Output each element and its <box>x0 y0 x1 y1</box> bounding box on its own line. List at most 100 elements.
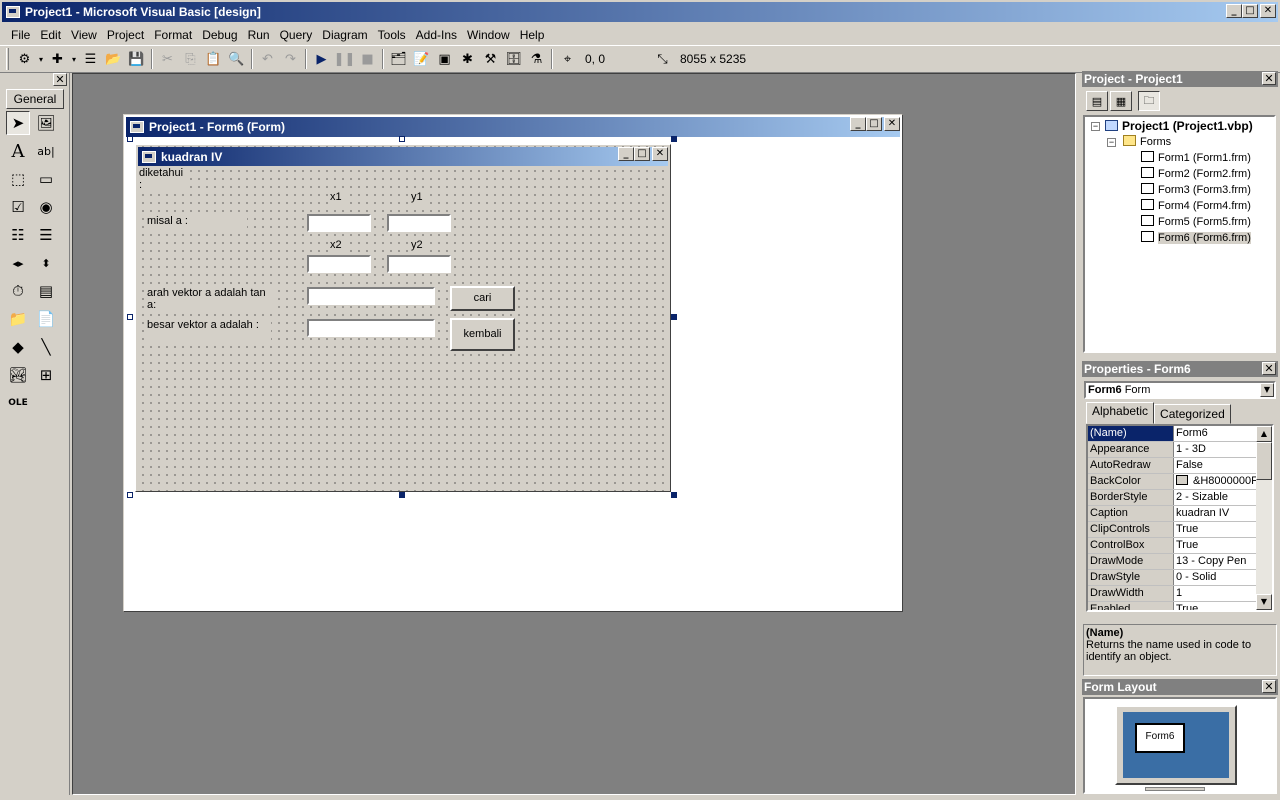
close-button[interactable]: ✕ <box>1260 4 1276 18</box>
data-view-icon[interactable]: 🗄 <box>502 48 525 70</box>
view-object-icon[interactable]: ▦ <box>1110 91 1132 111</box>
find-icon[interactable]: 🔍 <box>225 48 248 70</box>
drivelistbox-tool-icon[interactable]: ▤ <box>34 279 58 303</box>
menu-diagram[interactable]: Diagram <box>317 28 372 42</box>
label-x1[interactable]: x1 <box>328 190 344 204</box>
menu-run[interactable]: Run <box>243 28 275 42</box>
toggle-folders-icon[interactable]: 🗀 <box>1138 91 1160 111</box>
property-scrollbar[interactable]: ▲ ▼ <box>1256 426 1272 610</box>
resize-handle-bottom[interactable] <box>399 492 405 498</box>
view-code-icon[interactable]: ▤ <box>1086 91 1108 111</box>
menu-debug[interactable]: Debug <box>197 28 242 42</box>
property-row[interactable]: BorderStyle 2 - Sizable <box>1088 490 1272 506</box>
properties-close-icon[interactable]: ✕ <box>1262 362 1276 375</box>
add-form-icon[interactable]: ✚ <box>46 48 69 70</box>
component-manager-icon[interactable]: ⚗ <box>525 48 548 70</box>
property-row[interactable]: BackColor &H8000000F <box>1088 474 1272 490</box>
menu-window[interactable]: Window <box>462 28 515 42</box>
commandbutton-tool-icon[interactable]: ▭ <box>34 167 58 191</box>
undo-icon[interactable]: ↶ <box>256 48 279 70</box>
add-project-dropdown-icon[interactable]: ▾ <box>36 48 46 70</box>
minimize-button[interactable]: _ <box>1226 4 1242 18</box>
picturebox-tool-icon[interactable]: 🖼 <box>34 111 58 135</box>
label-y2[interactable]: y2 <box>409 238 425 252</box>
frame-tool-icon[interactable]: ⬚ <box>6 167 30 191</box>
label-y1[interactable]: y1 <box>409 190 425 204</box>
property-row[interactable]: Enabled True <box>1088 602 1272 610</box>
tree-form-item[interactable]: Form4 (Form4.frm) <box>1141 198 1251 214</box>
toolbox-general-tab[interactable]: General <box>6 89 64 109</box>
label-besar-vektor[interactable]: besar vektor a adalah : <box>145 318 271 346</box>
menu-tools[interactable]: Tools <box>373 28 411 42</box>
dirlistbox-tool-icon[interactable]: 📁 <box>6 307 30 331</box>
menu-addins[interactable]: Add-Ins <box>411 28 462 42</box>
tab-categorized[interactable]: Categorized <box>1154 404 1231 424</box>
label-tool-icon[interactable]: A <box>6 139 30 163</box>
line-tool-icon[interactable]: ╲ <box>34 335 58 359</box>
designer-maximize-button[interactable]: □ <box>866 117 882 131</box>
textbox-x2[interactable] <box>307 255 371 273</box>
collapse-project-icon[interactable]: − <box>1091 122 1100 131</box>
shape-tool-icon[interactable]: ◆ <box>6 335 30 359</box>
filelistbox-tool-icon[interactable]: 📄 <box>34 307 58 331</box>
cut-icon[interactable]: ✂ <box>156 48 179 70</box>
textbox-y1[interactable] <box>387 214 451 232</box>
property-row[interactable]: AutoRedraw False <box>1088 458 1272 474</box>
project-explorer-icon[interactable]: 🗂 <box>387 48 410 70</box>
tree-form-item[interactable]: Form6 (Form6.frm) <box>1141 230 1251 246</box>
object-selector[interactable]: Form6 Form ▼ <box>1084 381 1276 399</box>
image-tool-icon[interactable]: 🏞 <box>6 363 30 387</box>
vscrollbar-tool-icon[interactable]: ⬍ <box>34 251 58 275</box>
start-icon[interactable]: ▶ <box>310 48 333 70</box>
property-row[interactable]: ControlBox True <box>1088 538 1272 554</box>
tree-form-item[interactable]: Form3 (Form3.frm) <box>1141 182 1251 198</box>
toolbar-grip[interactable] <box>6 48 9 70</box>
textbox-y2[interactable] <box>387 255 451 273</box>
paste-icon[interactable]: 📋 <box>202 48 225 70</box>
resize-handle-right[interactable] <box>671 314 677 320</box>
designer-minimize-button[interactable]: _ <box>850 117 866 131</box>
form6-canvas[interactable]: kuadran IV _ □ ✕ diketahui : x1 y1 misal… <box>135 144 671 492</box>
listbox-tool-icon[interactable]: ☰ <box>34 223 58 247</box>
property-row[interactable]: ClipControls True <box>1088 522 1272 538</box>
label-x2[interactable]: x2 <box>328 238 344 252</box>
cari-button[interactable]: cari <box>450 286 515 311</box>
tree-form-item[interactable]: Form1 (Form1.frm) <box>1141 150 1251 166</box>
toolbox-icon[interactable]: ⚒ <box>479 48 502 70</box>
textbox-besar[interactable] <box>307 319 435 337</box>
chevron-down-icon[interactable]: ▼ <box>1260 383 1274 397</box>
toolbox-close-icon[interactable]: ✕ <box>53 73 67 86</box>
textbox-x1[interactable] <box>307 214 371 232</box>
tree-form-item[interactable]: Form5 (Form5.frm) <box>1141 214 1251 230</box>
form-layout-close-icon[interactable]: ✕ <box>1262 680 1276 693</box>
property-row[interactable]: (Name) Form6 <box>1088 426 1272 442</box>
vb-app-icon[interactable] <box>6 6 20 18</box>
tree-forms-folder[interactable]: Forms <box>1123 134 1171 150</box>
hscrollbar-tool-icon[interactable]: ◂▸ <box>6 251 30 275</box>
collapse-forms-icon[interactable]: − <box>1107 138 1116 147</box>
property-row[interactable]: Caption kuadran IV <box>1088 506 1272 522</box>
textbox-tool-icon[interactable]: ab| <box>34 139 58 163</box>
form6-layout-preview[interactable]: Form6 <box>1135 723 1185 753</box>
ole-tool-icon[interactable]: OLE <box>6 391 30 415</box>
combobox-tool-icon[interactable]: ☷ <box>6 223 30 247</box>
menu-format[interactable]: Format <box>149 28 197 42</box>
designer-close-button[interactable]: ✕ <box>884 117 900 131</box>
scroll-up-icon[interactable]: ▲ <box>1256 426 1272 442</box>
menu-query[interactable]: Query <box>275 28 318 42</box>
scroll-down-icon[interactable]: ▼ <box>1256 594 1272 610</box>
add-form-dropdown-icon[interactable]: ▾ <box>69 48 79 70</box>
property-row[interactable]: DrawStyle 0 - Solid <box>1088 570 1272 586</box>
menu-view[interactable]: View <box>66 28 102 42</box>
property-row[interactable]: Appearance 1 - 3D <box>1088 442 1272 458</box>
tree-project-root[interactable]: Project1 (Project1.vbp) <box>1105 118 1253 134</box>
textbox-arah[interactable] <box>307 287 435 305</box>
form-layout-icon[interactable]: ▣ <box>433 48 456 70</box>
project-close-icon[interactable]: ✕ <box>1262 72 1276 85</box>
menu-edit[interactable]: Edit <box>35 28 66 42</box>
break-icon[interactable]: ❚❚ <box>333 48 356 70</box>
timer-tool-icon[interactable]: ⏱ <box>6 279 30 303</box>
property-row[interactable]: DrawMode 13 - Copy Pen <box>1088 554 1272 570</box>
copy-icon[interactable]: ⎘ <box>179 48 202 70</box>
add-project-icon[interactable]: ⚙ <box>13 48 36 70</box>
